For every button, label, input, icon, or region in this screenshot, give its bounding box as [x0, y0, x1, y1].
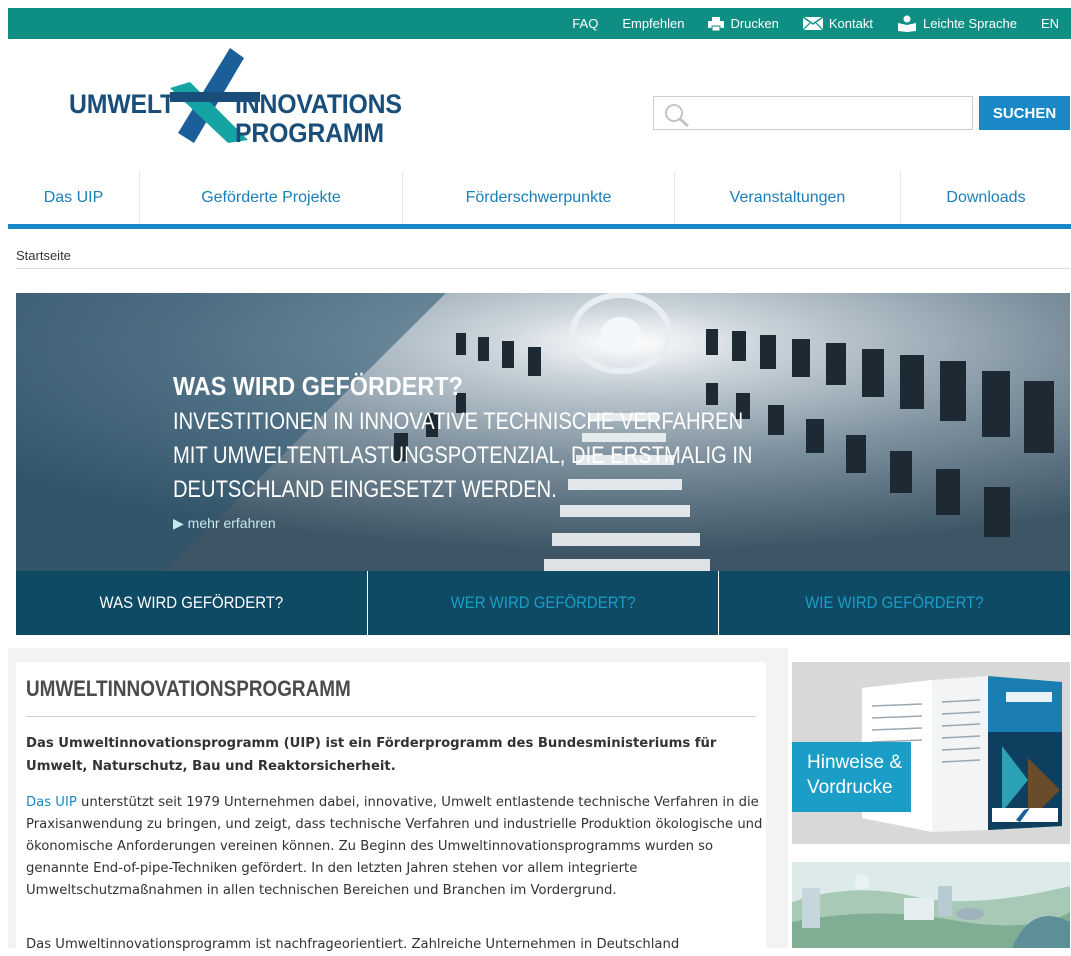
nav-underline: [8, 224, 1071, 229]
illustration-teaser[interactable]: [792, 862, 1070, 948]
badge-line-1: Hinweise &: [807, 752, 903, 773]
tab-wer-wird-gefoerdert[interactable]: WER WIRD GEFÖRDERT?: [368, 571, 720, 635]
main-navigation: Das UIP Geförderte Projekte Förderschwer…: [8, 172, 1071, 228]
breadcrumb[interactable]: Startseite: [16, 248, 71, 263]
faq-label: FAQ: [572, 16, 599, 31]
hero-tabs: WAS WIRD GEFÖRDERT? WER WIRD GEFÖRDERT? …: [16, 571, 1070, 635]
nav-das-uip[interactable]: Das UIP: [8, 172, 140, 224]
leichte-sprache-link[interactable]: Leichte Sprache: [885, 15, 1029, 32]
hero-banner: WAS WIRD GEFÖRDERT? INVESTITIONEN IN INN…: [16, 293, 1070, 571]
nav-foerderschwerpunkte[interactable]: Förderschwerpunkte: [403, 172, 675, 224]
drucken-label: Drucken: [730, 16, 779, 31]
article-body: Das UIP unterstützt seit 1979 Unternehme…: [26, 792, 764, 902]
leichte-sprache-label: Leichte Sprache: [922, 16, 1017, 31]
hero-more-link[interactable]: ▶ mehr erfahren: [173, 515, 276, 532]
search-button[interactable]: SUCHEN: [979, 96, 1070, 130]
article-body-text: unterstützt seit 1979 Unternehmen dabei,…: [26, 795, 763, 898]
easy-language-icon: [897, 15, 917, 32]
das-uip-link[interactable]: Das UIP: [26, 795, 77, 810]
article-next-paragraph: Das Umweltinnovationsprogramm ist nachfr…: [26, 937, 680, 952]
tab-was-wird-gefoerdert[interactable]: WAS WIRD GEFÖRDERT?: [16, 571, 368, 635]
lang-label: EN: [1040, 16, 1059, 31]
badge-line-2: Vordrucke: [807, 777, 893, 798]
tab-wie-wird-gefoerdert[interactable]: WIE WIRD GEFÖRDERT?: [719, 571, 1070, 635]
hero-subtitle: INVESTITIONEN IN INNOVATIVE TECHNISCHE V…: [173, 408, 753, 503]
search-icon: [664, 103, 690, 131]
envelope-icon: [802, 17, 823, 30]
breadcrumb-home[interactable]: Startseite: [16, 248, 71, 263]
landscape-illustration: [792, 862, 1070, 948]
kontakt-label: Kontakt: [828, 16, 873, 31]
logo-word-programm: PROGRAMM: [235, 118, 384, 148]
kontakt-link[interactable]: Kontakt: [791, 16, 885, 31]
heading-divider: [26, 716, 756, 717]
article-heading: UMWELTINNOVATIONSPROGRAMM: [26, 676, 351, 701]
hinweise-vordrucke-label: Hinweise & Vordrucke: [792, 742, 911, 812]
search-box: [653, 96, 973, 131]
logo-word-umwelt: UMWELT: [69, 89, 176, 119]
site-logo[interactable]: UMWELT INNOVATIONS PROGRAMM: [67, 48, 407, 148]
printer-icon: [708, 16, 725, 31]
triangle-right-icon: ▶: [173, 515, 184, 531]
logo-word-innovations: INNOVATIONS: [235, 89, 402, 119]
nav-veranstaltungen[interactable]: Veranstaltungen: [675, 172, 901, 224]
nav-downloads[interactable]: Downloads: [901, 172, 1071, 224]
drucken-link[interactable]: Drucken: [696, 16, 790, 31]
empfehlen-link[interactable]: Empfehlen: [610, 16, 696, 31]
top-utility-bar: FAQ Empfehlen Drucken Kontakt Leichte Sp…: [8, 8, 1071, 39]
tab-label: WAS WIRD GEFÖRDERT?: [99, 593, 284, 612]
breadcrumb-divider: [16, 268, 1070, 269]
tab-label: WIE WIRD GEFÖRDERT?: [805, 593, 984, 612]
hero-more-label: mehr erfahren: [187, 515, 276, 531]
tab-label: WER WIRD GEFÖRDERT?: [450, 593, 636, 612]
language-switch-en[interactable]: EN: [1029, 16, 1071, 31]
hero-title: WAS WIRD GEFÖRDERT?: [173, 371, 463, 401]
empfehlen-label: Empfehlen: [622, 16, 685, 31]
nav-gefoerderte-projekte[interactable]: Geförderte Projekte: [140, 172, 403, 224]
main-article: UMWELTINNOVATIONSPROGRAMM Das Umweltinno…: [16, 662, 766, 952]
hinweise-vordrucke-teaser[interactable]: Hinweise & Vordrucke: [792, 662, 1070, 844]
search-input[interactable]: [698, 97, 972, 131]
faq-link[interactable]: FAQ: [560, 16, 610, 31]
article-lead: Das Umweltinnovationsprogramm (UIP) ist …: [26, 736, 717, 774]
